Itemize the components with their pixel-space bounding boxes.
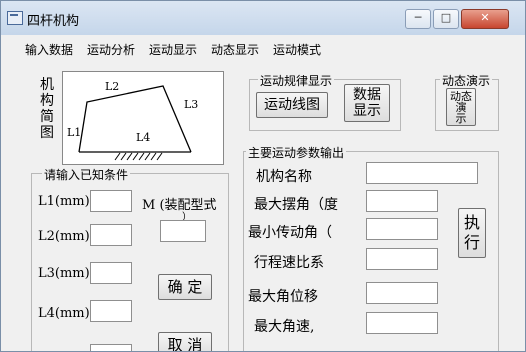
motion-params-output-frame-title: 主要运动参数输出 bbox=[246, 144, 347, 161]
data-display-button-line1: 数据 bbox=[353, 87, 381, 103]
input-conditions-frame: 请输入已知条件 L1(mm): L2(mm): L3(mm): L4(mm): … bbox=[31, 166, 229, 351]
max-angular-velocity-label: 最大角速, bbox=[254, 319, 315, 335]
menu-bar: 输入数据 运动分析 运动显示 动态显示 运动模式 bbox=[7, 37, 519, 59]
mechanism-name-output bbox=[366, 162, 478, 184]
four-bar-linkage-drawing: L1 L2 L3 L4 bbox=[67, 80, 198, 161]
motion-params-output-frame: 主要运动参数输出 机构名称 最大摆角（度 最小传动角（ 行程速比系 最大角位移 … bbox=[243, 144, 499, 351]
mechanism-diagram-caption: 机构简图 bbox=[40, 77, 54, 141]
window-title: 四杆机构 bbox=[27, 14, 80, 29]
assembly-mode-label: M (装配型式 bbox=[142, 198, 217, 213]
mechanism-diagram: L1 L2 L3 L4 bbox=[62, 71, 224, 165]
execute-button-line2: 行 bbox=[463, 233, 480, 252]
min-transmission-angle-label: 最小传动角（ bbox=[248, 225, 332, 241]
max-swing-angle-label: 最大摆角（度 bbox=[254, 197, 338, 213]
mechanism-name-label: 机构名称 bbox=[256, 169, 312, 185]
main-window: 四杆机构 ─ □ ✕ 输入数据 运动分析 运动显示 动态显示 运动模式 机构简图 bbox=[0, 0, 526, 352]
l2-label: L2(mm): bbox=[38, 229, 95, 244]
max-angular-displacement-output bbox=[366, 282, 438, 304]
link-label-l1: L1 bbox=[67, 126, 81, 139]
stroke-speed-ratio-label: 行程速比系 bbox=[254, 255, 324, 271]
l3-label: L3(mm): bbox=[38, 266, 95, 281]
cancel-button[interactable]: 取 消 bbox=[158, 332, 212, 351]
l1-input[interactable] bbox=[90, 190, 132, 212]
confirm-button[interactable]: 确 定 bbox=[158, 274, 212, 300]
maximize-button[interactable]: □ bbox=[433, 9, 459, 29]
stroke-speed-ratio-output bbox=[366, 248, 438, 270]
client-area: 机构简图 L1 L2 L3 L4 运动规律显示 运动线图 数据 显示 动态演示 … bbox=[7, 61, 519, 351]
link-label-l2: L2 bbox=[105, 80, 119, 93]
menu-motion-mode[interactable]: 运动模式 bbox=[273, 41, 321, 58]
app-icon bbox=[7, 11, 23, 25]
close-button[interactable]: ✕ bbox=[461, 9, 509, 29]
minimize-button[interactable]: ─ bbox=[405, 9, 431, 29]
dynamic-demo-button-line3: 示 bbox=[455, 112, 467, 125]
menu-motion-analysis[interactable]: 运动分析 bbox=[87, 41, 135, 58]
title-bar[interactable]: 四杆机构 ─ □ ✕ bbox=[1, 1, 525, 35]
l4-label: L4(mm): bbox=[38, 306, 95, 321]
link-label-l3: L3 bbox=[184, 98, 198, 111]
max-swing-angle-output bbox=[366, 190, 438, 212]
max-angular-velocity-output bbox=[366, 312, 438, 334]
execute-button-line1: 执 bbox=[463, 213, 480, 232]
l4-input[interactable] bbox=[90, 300, 132, 322]
menu-dynamic-display[interactable]: 动态显示 bbox=[211, 41, 259, 58]
dynamic-demo-button[interactable]: 动态 演 示 bbox=[446, 88, 476, 126]
menu-input-data[interactable]: 输入数据 bbox=[25, 41, 73, 58]
link-label-l4: L4 bbox=[136, 131, 150, 144]
data-display-button[interactable]: 数据 显示 bbox=[344, 84, 390, 122]
l3-input[interactable] bbox=[90, 262, 132, 284]
dynamic-demo-frame: 动态演示 动态 演 示 bbox=[435, 72, 499, 131]
l5-input-partial[interactable] bbox=[90, 344, 132, 351]
input-conditions-frame-title: 请输入已知条件 bbox=[42, 166, 131, 183]
motion-display-frame-title: 运动规律显示 bbox=[258, 72, 335, 89]
motion-display-frame: 运动规律显示 运动线图 数据 显示 bbox=[249, 72, 401, 131]
l2-input[interactable] bbox=[90, 224, 132, 246]
execute-button[interactable]: 执 行 bbox=[458, 208, 486, 258]
assembly-mode-input[interactable] bbox=[160, 220, 206, 242]
min-transmission-angle-output bbox=[366, 218, 438, 240]
dynamic-demo-frame-title: 动态演示 bbox=[440, 72, 493, 89]
l1-label: L1(mm): bbox=[38, 194, 95, 209]
data-display-button-line2: 显示 bbox=[353, 103, 381, 119]
menu-motion-display[interactable]: 运动显示 bbox=[149, 41, 197, 58]
motion-diagram-button[interactable]: 运动线图 bbox=[256, 92, 328, 118]
max-angular-displacement-label: 最大角位移 bbox=[248, 289, 318, 305]
